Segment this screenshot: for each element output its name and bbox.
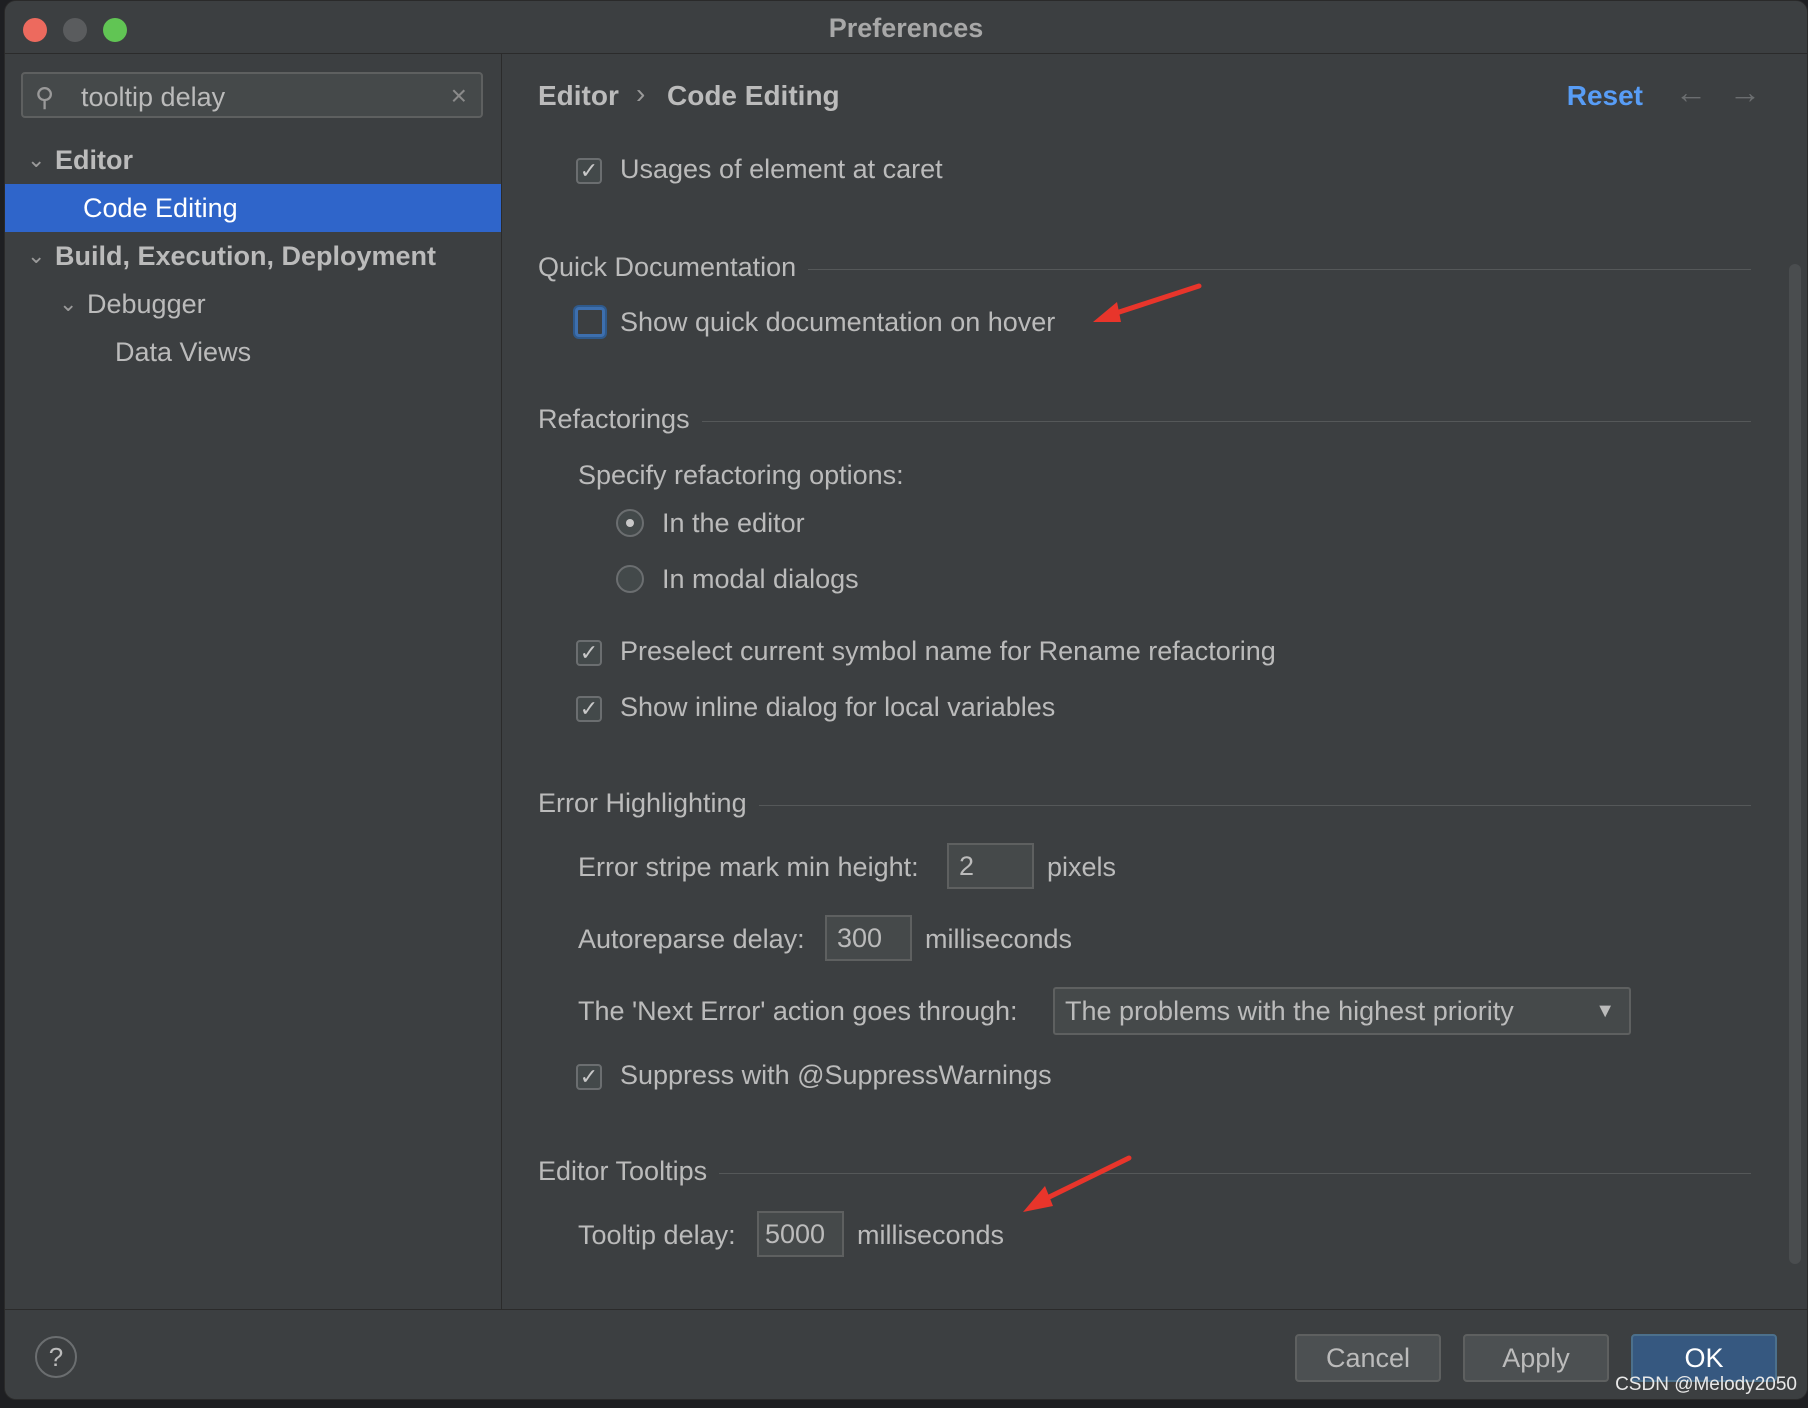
title-bar: Preferences <box>5 1 1807 54</box>
preferences-window: Preferences ⚲ tooltip delay × ⌄ Editor C… <box>4 0 1808 1400</box>
error-highlighting-section: Error Highlighting <box>538 788 1751 822</box>
autoreparse-unit: milliseconds <box>925 924 1073 954</box>
autoreparse-input[interactable]: 300 <box>825 915 912 961</box>
dropdown-arrow-icon: ▼ <box>1595 1000 1615 1022</box>
preselect-label: Preselect current symbol name for Rename… <box>620 636 1276 666</box>
search-value: tooltip delay <box>81 82 226 112</box>
tree-item-data-views[interactable]: Data Views <box>5 328 501 376</box>
next-error-label: The 'Next Error' action goes through: <box>578 996 1018 1026</box>
section-divider <box>538 1173 1751 1174</box>
section-title: Quick Documentation <box>538 252 809 283</box>
settings-panel: Editor › Code Editing Reset ← → ✓ Usages… <box>502 54 1807 1309</box>
clear-search-icon[interactable]: × <box>451 80 467 112</box>
dialog-footer: ? Cancel Apply OK CSDN @Melody2050 <box>5 1309 1807 1399</box>
stripe-unit: pixels <box>1047 852 1117 882</box>
tree-item-build-execution-deployment[interactable]: ⌄ Build, Execution, Deployment <box>5 232 501 280</box>
chevron-down-icon[interactable]: ⌄ <box>59 280 77 328</box>
search-input[interactable]: ⚲ tooltip delay × <box>21 72 483 118</box>
tree-item-label: Code Editing <box>83 193 238 223</box>
vertical-scrollbar[interactable] <box>1789 264 1801 1264</box>
breadcrumb-code-editing: Code Editing <box>667 80 840 111</box>
annotation-arrow-icon <box>1093 283 1202 322</box>
window-title: Preferences <box>828 13 984 43</box>
search-icon: ⚲ <box>35 82 55 112</box>
sidebar: ⚲ tooltip delay × ⌄ Editor Code Editing … <box>5 54 502 1309</box>
tree-item-label: Debugger <box>87 289 206 319</box>
tooltip-delay-input[interactable]: 5000 <box>757 1211 844 1257</box>
tooltip-delay-label: Tooltip delay: <box>578 1220 736 1250</box>
breadcrumb-editor[interactable]: Editor <box>538 80 619 112</box>
usages-checkbox[interactable]: ✓ <box>576 158 602 184</box>
section-title: Error Highlighting <box>538 788 759 819</box>
chevron-down-icon[interactable]: ⌄ <box>27 136 45 184</box>
stripe-label: Error stripe mark min height: <box>578 852 919 882</box>
chevron-down-icon[interactable]: ⌄ <box>27 232 45 280</box>
section-title: Refactorings <box>538 404 702 435</box>
tree-item-label: Build, Execution, Deployment <box>55 241 437 271</box>
suppress-checkbox[interactable]: ✓ <box>576 1064 602 1090</box>
annotation-arrow-icon <box>1023 1155 1132 1212</box>
section-divider <box>538 421 1751 422</box>
next-error-dropdown[interactable]: The problems with the highest priority ▼ <box>1053 987 1631 1035</box>
panel-header: Editor › Code Editing Reset ← → <box>502 54 1807 138</box>
radio-in-modal-dialogs[interactable] <box>616 565 644 593</box>
radio-in-editor[interactable] <box>616 509 644 537</box>
cancel-button[interactable]: Cancel <box>1295 1334 1441 1382</box>
refactorings-section: Refactorings <box>538 404 1751 438</box>
watermark-text: CSDN @Melody2050 <box>1615 1374 1797 1395</box>
tree-item-editor[interactable]: ⌄ Editor <box>5 136 501 184</box>
section-title: Editor Tooltips <box>538 1156 720 1187</box>
tooltip-delay-unit: milliseconds <box>857 1220 1005 1250</box>
apply-button[interactable]: Apply <box>1463 1334 1609 1382</box>
reset-link[interactable]: Reset <box>1567 80 1643 112</box>
help-button[interactable]: ? <box>35 1336 77 1378</box>
autoreparse-label: Autoreparse delay: <box>578 924 805 954</box>
usages-label: Usages of element at caret <box>620 154 943 184</box>
radio-in-modal-dialogs-label: In modal dialogs <box>662 564 859 594</box>
back-arrow-icon[interactable]: ← <box>1675 74 1707 111</box>
forward-arrow-icon[interactable]: → <box>1729 74 1761 111</box>
breadcrumb-separator: › <box>636 78 646 109</box>
quick-doc-hover-label: Show quick documentation on hover <box>620 307 1056 337</box>
preselect-checkbox[interactable]: ✓ <box>576 640 602 666</box>
radio-selected-dot <box>626 519 634 527</box>
stripe-height-input[interactable]: 2 <box>947 843 1034 889</box>
tree-item-label: Data Views <box>115 337 252 367</box>
tree-item-debugger[interactable]: ⌄ Debugger <box>5 280 501 328</box>
inline-dialog-checkbox[interactable]: ✓ <box>576 696 602 722</box>
inline-dialog-label: Show inline dialog for local variables <box>620 692 1056 722</box>
settings-content: ✓ Usages of element at caret Quick Docum… <box>502 54 1807 1309</box>
editor-tooltips-section: Editor Tooltips <box>538 1156 1751 1190</box>
tree-item-label: Editor <box>55 145 133 175</box>
suppress-label: Suppress with @SuppressWarnings <box>620 1060 1052 1090</box>
quick-doc-hover-checkbox[interactable] <box>575 307 605 337</box>
radio-in-editor-label: In the editor <box>662 508 805 538</box>
next-error-selected-value: The problems with the highest priority <box>1065 996 1514 1026</box>
refactor-options-label: Specify refactoring options: <box>578 460 904 490</box>
tree-item-code-editing[interactable]: Code Editing <box>5 184 501 232</box>
